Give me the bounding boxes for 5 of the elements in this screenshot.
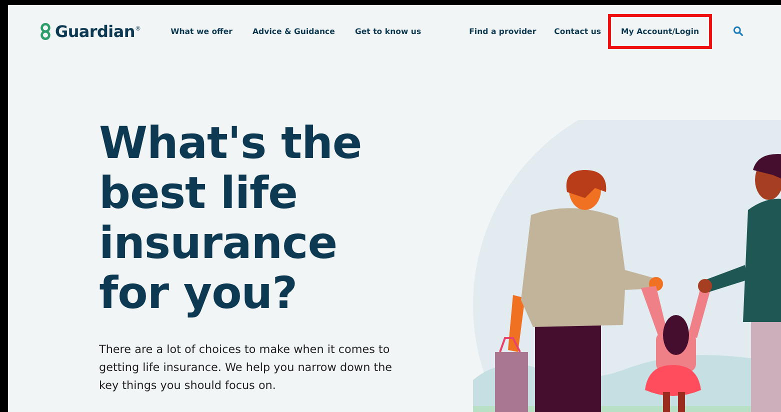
logo-text[interactable]: Guardian$^{®}$ xyxy=(55,22,141,40)
hero-heading: What's the best life insurance for you? xyxy=(99,119,363,319)
hero-description: There are a lot of choices to make when it comes to getting life insurance. We help you narrow down the key things you should focus on. xyxy=(99,342,394,394)
search-icon[interactable] xyxy=(733,26,744,36)
logo-icon xyxy=(40,22,51,40)
